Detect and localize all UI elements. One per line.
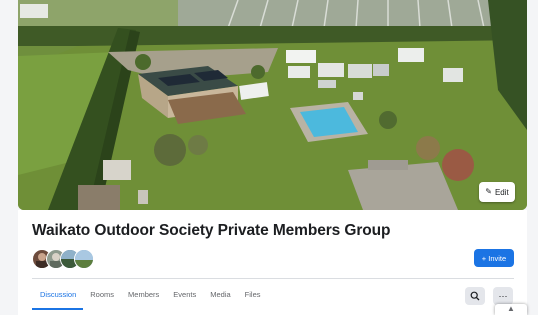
tab-rooms[interactable]: Rooms: [83, 280, 121, 310]
member-avatar-4[interactable]: [74, 249, 94, 269]
chevron-up-icon: ▲: [507, 304, 515, 313]
cover-photo: ✎ Edit: [18, 0, 527, 210]
tab-media[interactable]: Media: [203, 280, 237, 310]
scroll-up-button[interactable]: ▲: [495, 304, 527, 315]
edit-cover-button[interactable]: ✎ Edit: [479, 182, 515, 202]
search-button[interactable]: [465, 287, 485, 305]
cover-photo-image: [18, 0, 527, 210]
header-divider: [32, 278, 514, 279]
group-tabs: Discussion Rooms Members Events Media Fi…: [32, 280, 268, 310]
more-options-button[interactable]: ⋯: [493, 287, 513, 305]
search-icon: [470, 291, 480, 301]
edit-cover-label: Edit: [494, 187, 509, 197]
tab-files[interactable]: Files: [238, 280, 268, 310]
group-title: Waikato Outdoor Society Private Members …: [32, 222, 391, 239]
pencil-icon: ✎: [485, 187, 492, 196]
more-icon: ⋯: [498, 290, 508, 301]
tab-events[interactable]: Events: [166, 280, 203, 310]
member-avatars[interactable]: [32, 249, 102, 269]
invite-button-label: + Invite: [481, 253, 507, 263]
tab-discussion[interactable]: Discussion: [32, 280, 84, 310]
tab-members[interactable]: Members: [121, 280, 166, 310]
invite-button[interactable]: + Invite: [474, 249, 514, 267]
